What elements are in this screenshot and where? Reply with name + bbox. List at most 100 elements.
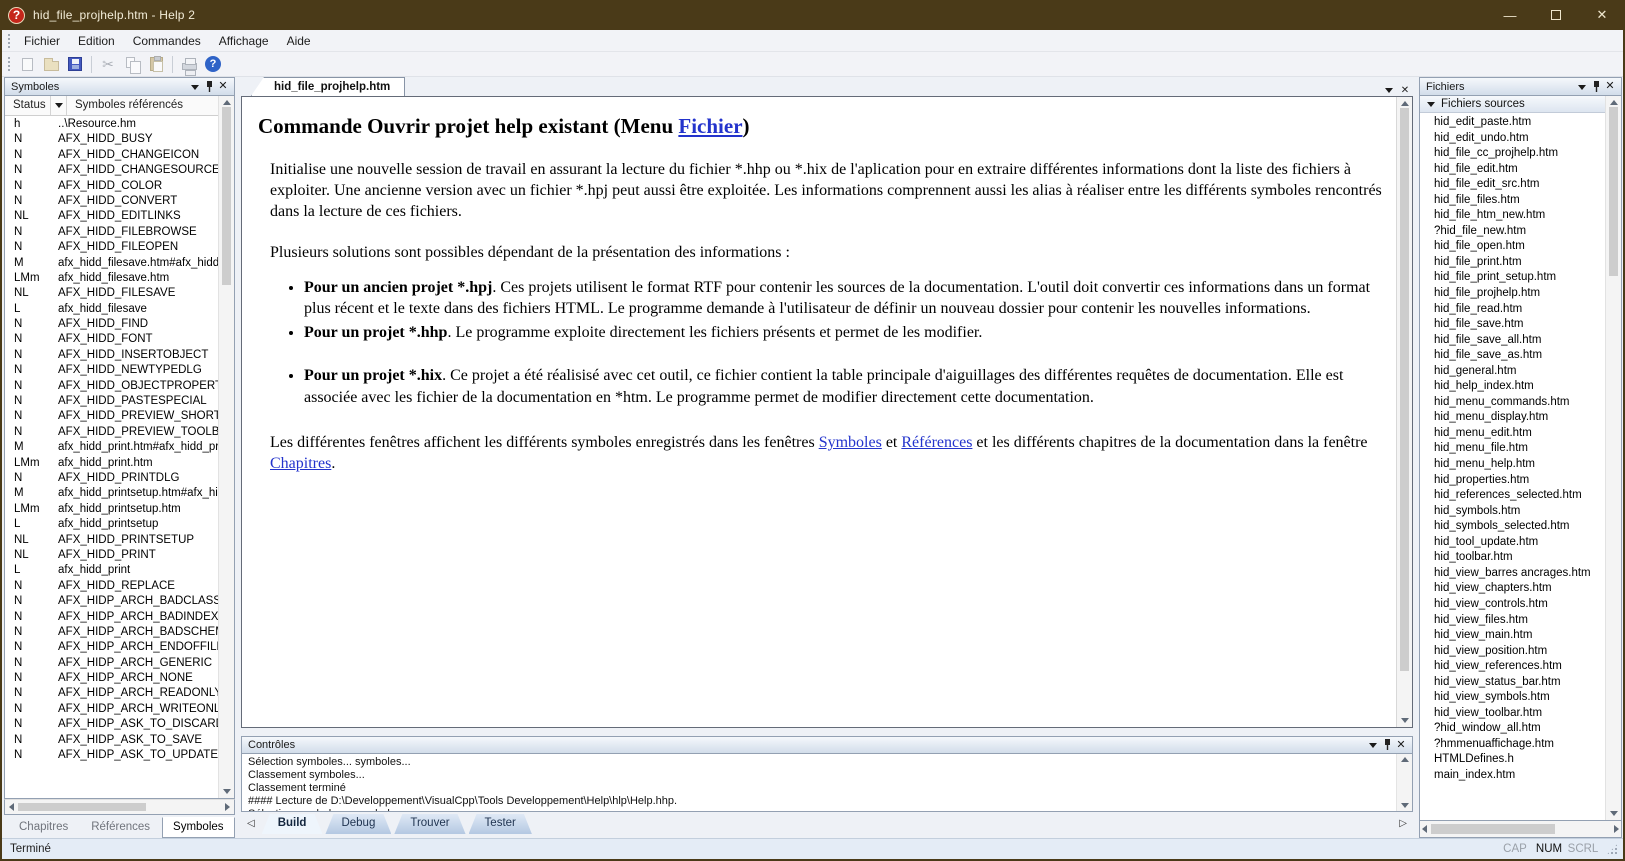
- file-item[interactable]: ?hid_file_new.htm: [1420, 225, 1605, 241]
- file-item[interactable]: ?hmmenuaffichage.htm: [1420, 738, 1605, 754]
- table-row[interactable]: N AFX_HIDD_REPLACE: [5, 580, 218, 595]
- document-vertical-scrollbar[interactable]: [1396, 97, 1412, 727]
- file-item[interactable]: hid_file_edit.htm: [1420, 163, 1605, 179]
- dock-tab[interactable]: Références: [80, 817, 161, 838]
- table-row[interactable]: NL AFX_HIDD_PRINTSETUP: [5, 534, 218, 549]
- file-item[interactable]: hid_tool_update.htm: [1420, 536, 1605, 552]
- table-row[interactable]: N AFX_HIDD_PRINTDLG: [5, 472, 218, 487]
- open-folder-icon[interactable]: [39, 53, 63, 75]
- symbols-horizontal-scrollbar[interactable]: [4, 799, 235, 815]
- dock-tab[interactable]: Symboles: [162, 817, 235, 838]
- table-row[interactable]: NL AFX_HIDD_FILESAVE: [5, 287, 218, 302]
- table-row[interactable]: L afx_hidd_print: [5, 564, 218, 579]
- file-item[interactable]: hid_file_cc_projhelp.htm: [1420, 147, 1605, 163]
- file-item[interactable]: hid_file_save_as.htm: [1420, 349, 1605, 365]
- file-item[interactable]: hid_file_print_setup.htm: [1420, 271, 1605, 287]
- file-item[interactable]: hid_view_position.htm: [1420, 645, 1605, 661]
- resize-grip-icon[interactable]: [1606, 843, 1619, 856]
- file-item[interactable]: hid_menu_commands.htm: [1420, 396, 1605, 412]
- paste-icon[interactable]: [144, 53, 168, 75]
- file-item[interactable]: HTMLDefines.h: [1420, 753, 1605, 769]
- table-row[interactable]: N AFX_HIDP_ARCH_BADSCHEMA: [5, 626, 218, 641]
- table-row[interactable]: N AFX_HIDD_CONVERT: [5, 195, 218, 210]
- table-row[interactable]: N AFX_HIDD_INSERTOBJECT: [5, 349, 218, 364]
- file-item[interactable]: hid_view_barres ancrages.htm: [1420, 567, 1605, 583]
- menu-item[interactable]: Fichier: [15, 31, 69, 51]
- menu-item[interactable]: Edition: [69, 31, 124, 51]
- file-item[interactable]: hid_edit_undo.htm: [1420, 132, 1605, 148]
- table-row[interactable]: N AFX_HIDD_FONT: [5, 333, 218, 348]
- file-item[interactable]: hid_view_files.htm: [1420, 614, 1605, 630]
- dock-tab[interactable]: Chapitres: [8, 817, 79, 838]
- table-row[interactable]: N AFX_HIDP_ASK_TO_UPDATE: [5, 749, 218, 764]
- table-row[interactable]: h ..\Resource.hm: [5, 118, 218, 133]
- file-item[interactable]: hid_menu_display.htm: [1420, 411, 1605, 427]
- table-row[interactable]: N AFX_HIDD_PREVIEW_TOOLBAR: [5, 426, 218, 441]
- symbols-vertical-scrollbar[interactable]: [218, 96, 234, 798]
- file-item[interactable]: hid_file_files.htm: [1420, 194, 1605, 210]
- close-panel-icon[interactable]: ✕: [1603, 81, 1617, 92]
- maximize-button[interactable]: [1533, 0, 1579, 30]
- file-item[interactable]: hid_properties.htm: [1420, 474, 1605, 490]
- cut-icon[interactable]: ✂: [96, 53, 120, 75]
- table-row[interactable]: LMm afx_hidd_filesave.htm: [5, 272, 218, 287]
- table-row[interactable]: N AFX_HIDD_CHANGESOURCE: [5, 164, 218, 179]
- file-item[interactable]: hid_file_read.htm: [1420, 303, 1605, 319]
- file-item[interactable]: hid_menu_file.htm: [1420, 442, 1605, 458]
- files-horizontal-scrollbar[interactable]: [1419, 821, 1622, 838]
- minimize-button[interactable]: —: [1487, 0, 1533, 30]
- table-row[interactable]: N AFX_HIDD_PREVIEW_SHORTTOO: [5, 410, 218, 425]
- menu-grip[interactable]: [7, 33, 12, 48]
- table-row[interactable]: LMm afx_hidd_print.htm: [5, 457, 218, 472]
- print-icon[interactable]: [177, 53, 201, 75]
- menu-item[interactable]: Aide: [278, 31, 320, 51]
- document-tab[interactable]: hid_file_projhelp.htm: [251, 77, 405, 96]
- copy-icon[interactable]: [120, 53, 144, 75]
- table-row[interactable]: N AFX_HIDP_ARCH_GENERIC: [5, 657, 218, 672]
- table-row[interactable]: NL AFX_HIDD_PRINT: [5, 549, 218, 564]
- file-item[interactable]: hid_edit_paste.htm: [1420, 116, 1605, 132]
- close-button[interactable]: ✕: [1579, 0, 1625, 30]
- table-row[interactable]: N AFX_HIDP_ARCH_NONE: [5, 672, 218, 687]
- file-item[interactable]: main_index.htm: [1420, 769, 1605, 785]
- table-row[interactable]: N AFX_HIDD_PASTESPECIAL: [5, 395, 218, 410]
- file-item[interactable]: hid_view_chapters.htm: [1420, 582, 1605, 598]
- file-item[interactable]: hid_general.htm: [1420, 365, 1605, 381]
- file-item[interactable]: hid_view_references.htm: [1420, 660, 1605, 676]
- table-row[interactable]: L afx_hidd_printsetup: [5, 518, 218, 533]
- table-row[interactable]: N AFX_HIDD_OBJECTPROPERTIES: [5, 380, 218, 395]
- file-item[interactable]: hid_view_symbols.htm: [1420, 691, 1605, 707]
- pin-icon[interactable]: [1380, 739, 1394, 751]
- table-row[interactable]: N AFX_HIDD_FILEOPEN: [5, 241, 218, 256]
- output-tab[interactable]: Trouver: [394, 814, 465, 834]
- table-row[interactable]: N AFX_HIDD_COLOR: [5, 180, 218, 195]
- file-item[interactable]: hid_file_save_all.htm: [1420, 334, 1605, 350]
- file-item[interactable]: hid_file_open.htm: [1420, 240, 1605, 256]
- table-row[interactable]: M afx_hidd_print.htm#afx_hidd_pr: [5, 441, 218, 456]
- column-symbols[interactable]: Symboles référencés: [67, 96, 218, 115]
- tab-list-icon[interactable]: [1381, 81, 1397, 96]
- close-document-icon[interactable]: ✕: [1397, 81, 1413, 96]
- file-item[interactable]: hid_menu_edit.htm: [1420, 427, 1605, 443]
- save-icon[interactable]: [63, 53, 87, 75]
- file-item[interactable]: hid_file_save.htm: [1420, 318, 1605, 334]
- panel-menu-icon[interactable]: [1366, 738, 1380, 752]
- pin-icon[interactable]: [1589, 81, 1603, 93]
- panel-menu-icon[interactable]: [188, 80, 202, 94]
- table-row[interactable]: N AFX_HIDD_NEWTYPEDLG: [5, 364, 218, 379]
- table-row[interactable]: LMm afx_hidd_printsetup.htm: [5, 503, 218, 518]
- panel-menu-icon[interactable]: [1575, 80, 1589, 94]
- tabs-scroll-left-icon[interactable]: ◁: [245, 814, 259, 829]
- file-item[interactable]: hid_menu_help.htm: [1420, 458, 1605, 474]
- file-item[interactable]: hid_references_selected.htm: [1420, 489, 1605, 505]
- status-filter-icon[interactable]: [51, 96, 67, 115]
- file-item[interactable]: hid_view_toolbar.htm: [1420, 707, 1605, 723]
- file-item[interactable]: hid_file_htm_new.htm: [1420, 209, 1605, 225]
- pin-icon[interactable]: [202, 81, 216, 93]
- table-row[interactable]: L afx_hidd_filesave: [5, 303, 218, 318]
- table-row[interactable]: N AFX_HIDP_ASK_TO_DISCARD: [5, 718, 218, 733]
- file-item[interactable]: hid_view_status_bar.htm: [1420, 676, 1605, 692]
- file-item[interactable]: hid_file_projhelp.htm: [1420, 287, 1605, 303]
- table-row[interactable]: N AFX_HIDP_ARCH_ENDOFFILE: [5, 641, 218, 656]
- table-row[interactable]: M afx_hidd_printsetup.htm#afx_hi: [5, 487, 218, 502]
